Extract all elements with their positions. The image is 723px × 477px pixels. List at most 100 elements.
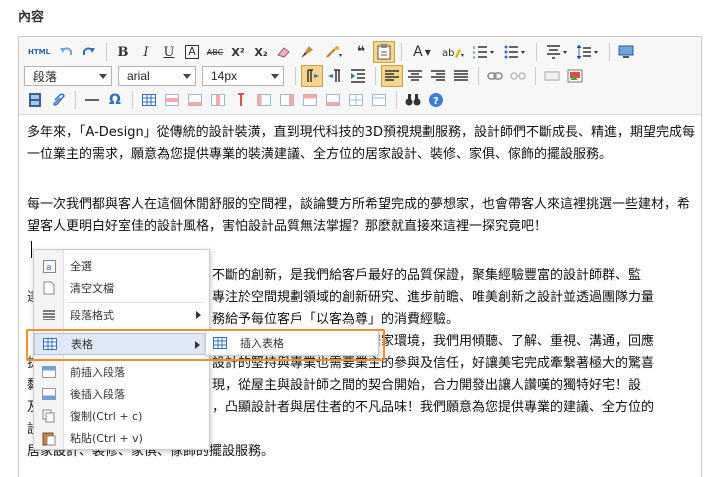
link-button[interactable]: [484, 65, 506, 87]
table-caption-icon: [372, 94, 386, 106]
help-button[interactable]: ?: [425, 89, 447, 111]
superscript-button[interactable]: X²: [227, 41, 249, 63]
text-direction-ltr-icon: [307, 69, 319, 82]
align-left-button[interactable]: [381, 65, 403, 87]
chevron-down-icon: [183, 74, 191, 79]
redo-button[interactable]: [78, 41, 100, 63]
editor-content[interactable]: 多年來，「A-Design」從傳統的設計裝潢，直到現代科技的3D預視規劃服務，設…: [27, 122, 695, 244]
image-icon: [567, 69, 583, 83]
partial-line: 現，從屋主與設計師之間的契合開始，合力開發出讓人讚嘆的獨特好宅！設: [212, 378, 642, 393]
film-icon: [29, 93, 41, 107]
toolbar-separator: [132, 91, 133, 109]
undo-button[interactable]: [55, 41, 77, 63]
format-painter-button[interactable]: [296, 41, 318, 63]
menu-item-clear-document[interactable]: 清空文檔: [34, 277, 209, 299]
subscript-button[interactable]: X₂: [250, 41, 272, 63]
link-icon: [487, 72, 503, 80]
italic-button[interactable]: I: [135, 41, 157, 63]
split-down-icon: [303, 94, 317, 106]
insert-table-button[interactable]: [138, 89, 160, 111]
html-source-button[interactable]: HTML: [24, 41, 54, 63]
toolbar-separator: [609, 43, 610, 61]
menu-item-paste[interactable]: 粘貼(Ctrl + v): [34, 427, 209, 449]
border-text-button[interactable]: A: [181, 41, 203, 63]
align-right-button[interactable]: [427, 65, 449, 87]
paragraph-spacing-top-button[interactable]: [542, 41, 572, 63]
select-all-icon: a: [42, 259, 56, 273]
content-paragraph-2: 每一次我們都與客人在這個休閒舒服的空間裡，談論雙方所希望完成的夢想家，也會帶客人…: [27, 197, 691, 234]
underline-icon: U: [163, 44, 175, 60]
unordered-list-button[interactable]: [500, 41, 530, 63]
blockquote-button[interactable]: ❝: [350, 41, 372, 63]
menu-item-copy[interactable]: 復制(Ctrl + c): [34, 405, 209, 427]
split-cell-icon: [280, 94, 294, 106]
chevron-down-icon: ▼: [424, 47, 431, 57]
chevron-right-icon: [196, 311, 201, 319]
align-center-button[interactable]: [404, 65, 426, 87]
insert-video-button[interactable]: [24, 89, 46, 111]
table-properties-button[interactable]: [322, 89, 344, 111]
font-size-select[interactable]: 14px: [202, 66, 284, 86]
menu-item-paragraph-format[interactable]: 段落格式: [34, 304, 209, 326]
ordered-list-button[interactable]: [469, 41, 499, 63]
indent-button[interactable]: [347, 65, 369, 87]
partial-line: ，凸顯設計者與居住者的不凡品味！我們願意為您提供專業的建議、全方位的: [212, 400, 655, 415]
unlink-icon: [510, 72, 526, 80]
table-caption-button[interactable]: [368, 89, 390, 111]
table-delete-row-button[interactable]: [184, 89, 206, 111]
bold-button[interactable]: B: [112, 41, 134, 63]
table-delete-col-button[interactable]: [230, 89, 252, 111]
preview-button[interactable]: [615, 41, 637, 63]
insert-image-button[interactable]: [564, 65, 586, 87]
quote-icon: ❝: [356, 44, 366, 60]
table-icon: [142, 94, 156, 106]
insert-before-icon: [42, 366, 56, 378]
toolbar-separator: [75, 91, 76, 109]
paperclip-icon: [53, 93, 65, 106]
menu-item-insert-paragraph-after[interactable]: 後插入段落: [34, 383, 209, 405]
table-merge-cells-button[interactable]: [253, 89, 275, 111]
horizontal-rule-button[interactable]: [81, 89, 103, 111]
font-size-value: 14px: [211, 69, 238, 83]
strikethrough-icon: ABC: [206, 47, 224, 57]
table-split-down-button[interactable]: [299, 89, 321, 111]
table-split-right-button[interactable]: [276, 89, 298, 111]
align-justify-button[interactable]: [450, 65, 472, 87]
search-replace-button[interactable]: [402, 89, 424, 111]
partial-line: 務給予每位客戶「以客為尊」的消費經驗。: [212, 312, 460, 327]
anchor-button[interactable]: [541, 65, 563, 87]
font-family-select[interactable]: arial: [118, 66, 196, 86]
svg-text:?: ?: [433, 96, 439, 107]
eraser-button[interactable]: [273, 41, 295, 63]
partial-line: 不斷的創新，是我們給客戶最好的品質保證，聚集經驗豐富的設計師群、監: [212, 268, 642, 283]
highlight-color-button[interactable]: ab: [438, 41, 468, 63]
menu-item-insert-paragraph-before[interactable]: 前插入段落: [34, 361, 209, 383]
occluded-paragraph-right: 不斷的創新，是我們給客戶最好的品質保證，聚集經驗豐富的設計師群、監 專注於空間規…: [212, 265, 692, 331]
table-properties-icon: [326, 94, 340, 106]
auto-format-button[interactable]: [319, 41, 349, 63]
font-color-button[interactable]: A ▼: [407, 41, 437, 63]
monitor-icon: [618, 45, 634, 58]
toolbar-separator: [106, 43, 107, 61]
content-paragraph-1: 多年來，「A-Design」從傳統的設計裝潢，直到現代科技的3D預視規劃服務，設…: [27, 125, 695, 162]
unlink-button[interactable]: [507, 65, 529, 87]
ltr-button[interactable]: [301, 65, 323, 87]
table-insert-row-button[interactable]: [161, 89, 183, 111]
special-char-button[interactable]: Ω: [104, 89, 126, 111]
table-insert-col-button[interactable]: [207, 89, 229, 111]
clear-document-icon: [43, 281, 55, 295]
toolbar-row-1: HTML B I U A ABC X² X₂ ❝ A ▼ ab: [24, 41, 638, 63]
attachment-button[interactable]: [47, 89, 69, 111]
underline-button[interactable]: U: [158, 41, 180, 63]
menu-item-select-all[interactable]: a 全選: [34, 255, 209, 277]
line-height-button[interactable]: [573, 41, 603, 63]
copy-icon: [42, 409, 55, 423]
strikethrough-button[interactable]: ABC: [204, 41, 226, 63]
paragraph-format-select[interactable]: 段落: [24, 66, 112, 86]
paste-text-icon: [377, 44, 391, 60]
paste-plain-button[interactable]: [373, 41, 395, 63]
highlight-icon: ab: [442, 48, 464, 59]
menu-item-label: 粘貼(Ctrl + v): [70, 432, 143, 445]
rtl-button[interactable]: [324, 65, 346, 87]
table-delete-button[interactable]: [345, 89, 367, 111]
